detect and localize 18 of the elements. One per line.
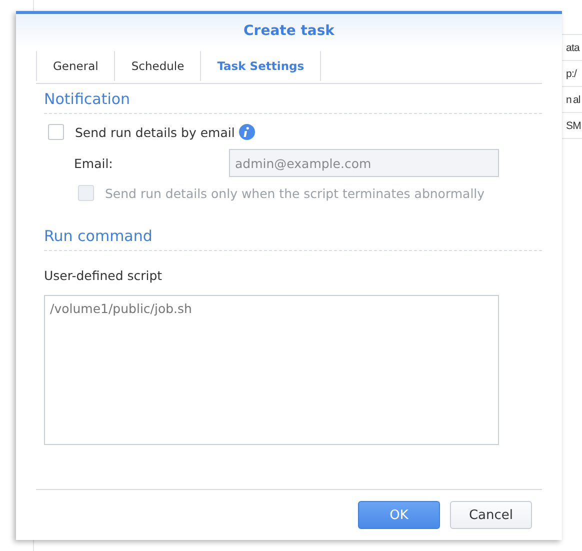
- script-label: User-defined script: [44, 268, 164, 283]
- info-icon[interactable]: [238, 124, 255, 140]
- tab[interactable]: Task Settings: [200, 51, 322, 81]
- section-heading: Run command: [44, 221, 542, 251]
- table-cell-text: ata: [566, 42, 581, 54]
- script-field[interactable]: /volume1/public/job.sh: [44, 295, 499, 445]
- checkbox-label: Send run details only when the script terminates abnormally: [105, 186, 485, 200]
- tab[interactable]: General: [36, 51, 114, 81]
- dialog-title: Create task: [16, 14, 562, 49]
- cancel-button[interactable]: Cancel: [450, 501, 532, 529]
- tab[interactable]: Schedule: [114, 51, 200, 81]
- table-cell-text: n al: [566, 94, 582, 106]
- checkbox[interactable]: [48, 124, 64, 140]
- section-heading: Notification: [44, 84, 542, 114]
- checkbox-label: Send run details by email: [75, 124, 235, 140]
- table-cell: SM: [566, 120, 582, 132]
- email-label: Email:: [74, 156, 114, 170]
- table-cell-text: p:/: [566, 68, 578, 80]
